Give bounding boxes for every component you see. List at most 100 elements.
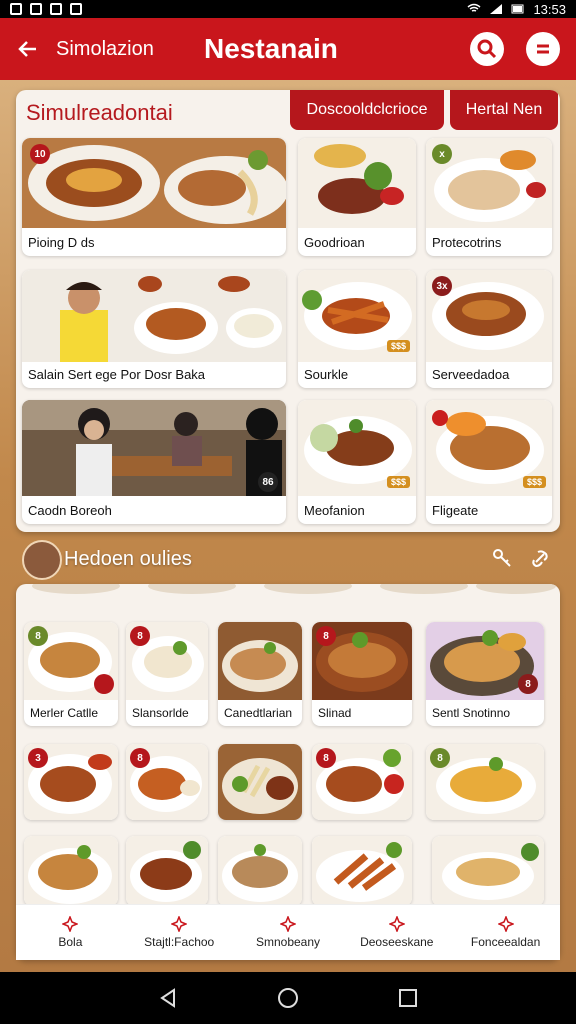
nav-item-stajtl[interactable]: Stajtl:Fachoo (125, 905, 234, 960)
nav-item-label: Deoseeskane (360, 935, 434, 949)
price-tag: $$$ (522, 476, 546, 488)
menu-tile[interactable]: 8 Slansorlde (126, 622, 208, 726)
nav-item-label: Bola (58, 935, 83, 949)
dish-name: Goodrioan (304, 235, 365, 250)
menu-tile[interactable]: 8 Slinad (312, 622, 412, 726)
notification-icon (30, 3, 42, 15)
back-button[interactable] (0, 18, 56, 80)
menu-tile[interactable] (24, 836, 118, 906)
dish-badge: 8 (316, 626, 336, 646)
star-icon (62, 916, 79, 932)
dish-badge: 8 (316, 748, 336, 768)
food-image (22, 270, 286, 362)
featured-tile[interactable]: $$$ Sourkle (298, 270, 416, 388)
featured-tile[interactable]: x Protecotrins (426, 138, 552, 256)
system-home-icon[interactable] (276, 986, 300, 1010)
nav-item-label: Smnobeany (255, 935, 321, 949)
key-icon[interactable] (492, 548, 512, 568)
dish-name: Canedtlarian (224, 706, 293, 720)
notification-icon (50, 3, 62, 15)
system-back-icon[interactable] (156, 986, 180, 1010)
dish-name: Sentl Snotinno (432, 706, 511, 720)
back-arrow-icon (18, 41, 36, 57)
featured-card: Simulreadontai Doscooldclcrioce Hertal N… (16, 90, 560, 532)
menu-tile[interactable]: 8 Sentl Snotinno (426, 622, 544, 726)
nav-item-deoseeskane[interactable]: Deoseeskane (342, 905, 451, 960)
nav-item-label: Stajtl:Fachoo (144, 935, 215, 949)
featured-tile[interactable]: 10 Pioing D ds (22, 138, 286, 256)
menu-button[interactable] (526, 32, 560, 66)
star-icon (497, 916, 514, 932)
tab-herbal[interactable]: Hertal Nen (450, 90, 558, 130)
signal-icon (490, 4, 503, 14)
status-notifications (10, 3, 82, 15)
featured-tile[interactable]: 3x Serveedadoa (426, 270, 552, 388)
tab-discover[interactable]: Doscooldclcrioce (290, 90, 444, 130)
nav-item-fonceealdan[interactable]: Fonceealdan (451, 905, 560, 960)
menu-tile[interactable]: 8 (126, 744, 208, 820)
food-image (126, 836, 208, 906)
nav-item-smnobeany[interactable]: Smnobeany (234, 905, 343, 960)
price-tag: $$$ (386, 476, 410, 488)
dish-badge: 10 (30, 144, 50, 164)
dish-badge: 8 (130, 748, 150, 768)
bottom-navigation: Bola Stajtl:Fachoo Smnobeany Deoseeskane… (16, 904, 560, 960)
featured-tile[interactable]: 86 Caodn Boreoh (22, 400, 286, 524)
dish-name: Protecotrins (432, 235, 502, 250)
app-bar: Simolazion Nestanain (0, 18, 576, 80)
dish-name: Fligeate (432, 503, 479, 518)
menu-tile[interactable] (312, 836, 412, 906)
app-title: Nestanain (204, 33, 338, 64)
dish-name: Serveedadoa (432, 367, 510, 382)
featured-heading: Simulreadontai (26, 100, 173, 125)
featured-tile[interactable]: Salain Sert ege Por Dosr Baka (22, 270, 286, 388)
menu-icon (537, 44, 549, 54)
menu-tile[interactable] (218, 836, 302, 906)
dish-name: Salain Sert ege Por Dosr Baka (28, 367, 206, 382)
star-icon (171, 916, 188, 932)
dish-name: Pioing D ds (28, 235, 95, 250)
battery-icon (511, 4, 524, 14)
dish-name: Slansorlde (132, 706, 189, 720)
nav-item-label: Fonceealdan (470, 935, 541, 949)
featured-tile[interactable]: Goodrioan (298, 138, 416, 256)
dish-badge: 8 (28, 626, 48, 646)
food-image (218, 836, 302, 906)
nav-item-bola[interactable]: Bola (16, 905, 125, 960)
featured-tile[interactable]: $$$ Meofanion (298, 400, 416, 524)
food-image (218, 622, 302, 700)
status-time: 13:53 (533, 1, 566, 17)
price-tag: $$$ (386, 340, 410, 352)
avatar[interactable] (22, 540, 62, 580)
system-navigation-bar (0, 972, 576, 1024)
food-image (22, 400, 286, 496)
menu-tile[interactable]: 3 (24, 744, 118, 820)
grid-top-edge (32, 584, 556, 594)
dish-name: Meofanion (304, 503, 365, 518)
dish-badge: 3x (432, 276, 452, 296)
system-recents-icon[interactable] (396, 986, 420, 1010)
food-image (22, 138, 286, 228)
food-image (24, 836, 118, 906)
menu-tile[interactable] (126, 836, 208, 906)
featured-tile[interactable]: $$$ Fligeate (426, 400, 552, 524)
dish-badge: x (432, 144, 452, 164)
food-image (432, 836, 544, 906)
menu-tile[interactable] (218, 744, 302, 820)
menu-tile[interactable]: 8 Merler Catlle (24, 622, 118, 726)
menu-tile[interactable] (432, 836, 544, 906)
star-icon (388, 916, 405, 932)
star-icon (279, 916, 296, 932)
link-icon[interactable] (530, 548, 550, 568)
search-button[interactable] (470, 32, 504, 66)
menu-tile[interactable]: 8 (426, 744, 544, 820)
section-heading: Hedoen oulies (64, 548, 192, 570)
status-bar: 13:53 (0, 0, 576, 18)
dish-badge: 3 (28, 748, 48, 768)
app-subtitle: Simolazion (56, 37, 154, 60)
menu-tile[interactable]: 8 (312, 744, 412, 820)
dish-name: Sourkle (304, 367, 349, 382)
menu-tile[interactable]: Canedtlarian (218, 622, 302, 726)
dish-name: Slinad (318, 706, 352, 720)
dish-badge: 8 (130, 626, 150, 646)
